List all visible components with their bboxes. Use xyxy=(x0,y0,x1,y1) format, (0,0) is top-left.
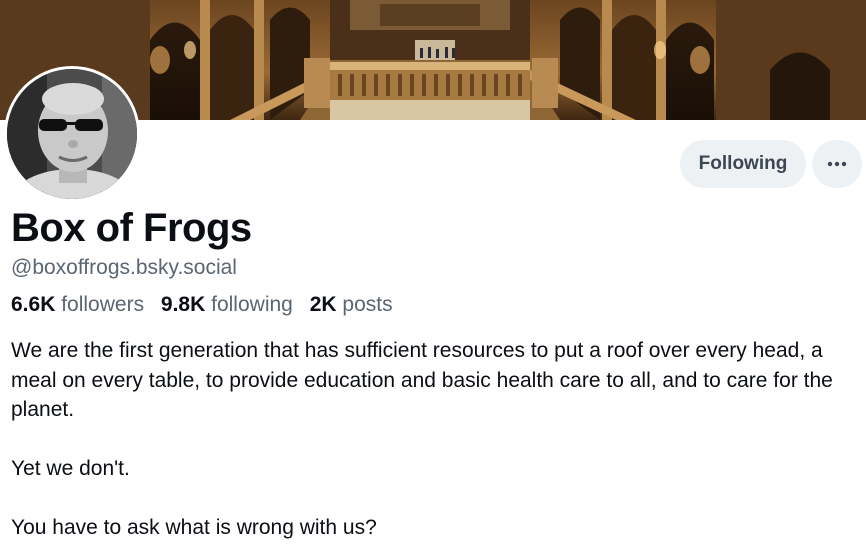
display-name: Box of Frogs xyxy=(11,206,252,250)
more-options-button[interactable] xyxy=(812,140,862,188)
profile-handle: @boxoffrogs.bsky.social xyxy=(11,256,237,279)
following-link[interactable]: 9.8K following xyxy=(161,293,293,316)
avatar[interactable] xyxy=(4,66,140,202)
profile-stats: 6.6K followers 9.8K following 2K posts xyxy=(11,291,404,319)
following-label: following xyxy=(211,293,293,316)
more-horizontal-icon xyxy=(827,161,847,167)
profile-bio: We are the first generation that has suf… xyxy=(11,339,833,539)
following-count: 9.8K xyxy=(160,293,206,316)
avatar-image xyxy=(7,69,137,199)
followers-link[interactable]: 6.6K followers xyxy=(11,293,144,316)
followers-label: followers xyxy=(61,293,145,316)
posts-label: posts xyxy=(342,293,393,316)
posts-count-wrap: 2K posts xyxy=(310,293,393,316)
following-button[interactable]: Following xyxy=(680,140,806,188)
posts-count: 2K xyxy=(309,293,337,316)
followers-count: 6.6K xyxy=(11,293,56,316)
